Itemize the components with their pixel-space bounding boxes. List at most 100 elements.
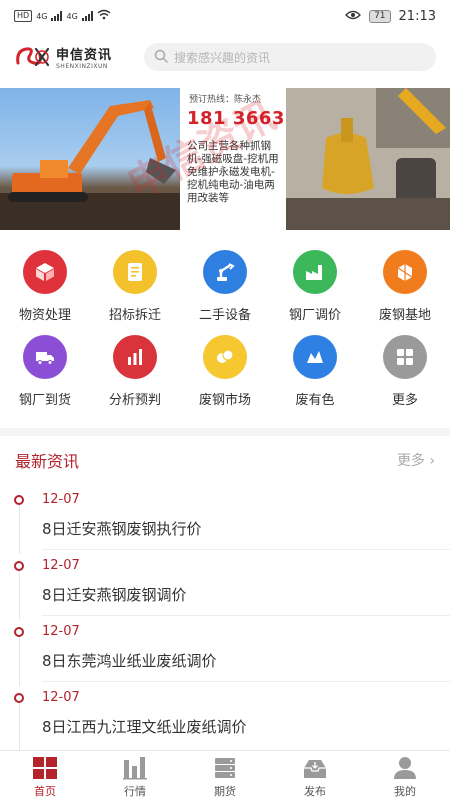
news-date: 12-07 (42, 690, 80, 705)
app-header: 申信资讯 SHENXINZIXUN 搜索感兴趣的资讯 (0, 32, 450, 82)
news-item[interactable]: 12-07 8日江西九江理文纸业废纸调价 (0, 686, 450, 752)
app-logo[interactable]: 申信资讯 SHENXINZIXUN (14, 43, 134, 71)
cube-icon (23, 250, 67, 294)
grid-item-label: 废钢基地 (378, 308, 431, 323)
signal-2-label: 4G (66, 11, 78, 21)
grid-item-analysis[interactable]: 分析预判 (90, 335, 180, 420)
tab-profile[interactable]: 我的 (360, 751, 450, 800)
news-more-link[interactable]: 更多 › (397, 450, 435, 470)
logo-mark-icon (14, 43, 52, 71)
news-section-title: 最新资讯 (15, 452, 80, 471)
database-icon (211, 755, 239, 781)
grid-item-tender-demolition[interactable]: 招标拆迁 (90, 250, 180, 335)
timeline-dot (14, 693, 24, 703)
grid-item-used-equipment[interactable]: 二手设备 (180, 250, 270, 335)
section-divider (0, 428, 450, 436)
banner-info: 预订热线：陈永杰 181 3663 6908 公司主营各种抓钢机-强磁吸盘-挖机… (183, 88, 343, 230)
timeline-dot (14, 627, 24, 637)
news-list: 12-07 8日迁安燕钢废钢执行价 12-07 8日迁安燕钢废钢调价 12-07… (0, 488, 450, 752)
timeline-line (19, 505, 20, 554)
eye-icon (345, 9, 361, 24)
tab-label: 行情 (124, 785, 146, 798)
grid-item-label: 钢厂到货 (18, 393, 71, 408)
grid-item-label: 二手设备 (198, 308, 251, 323)
signal-1-icon (51, 11, 63, 21)
tab-market[interactable]: 行情 (90, 751, 180, 800)
news-date: 12-07 (42, 492, 80, 507)
crate-icon (383, 250, 427, 294)
grid-item-more[interactable]: 更多 (360, 335, 450, 420)
logo-title: 申信资讯 (56, 48, 113, 63)
news-title: 8日迁安燕钢废钢执行价 (42, 520, 202, 538)
news-item[interactable]: 12-07 8日东莞鸿业纸业废纸调价 (0, 620, 450, 686)
battery-indicator: 71 (369, 9, 391, 23)
news-item[interactable]: 12-07 8日迁安燕钢废钢执行价 (0, 488, 450, 554)
news-separator (42, 681, 450, 682)
tab-home[interactable]: 首页 (0, 751, 90, 800)
grid-item-nonferrous[interactable]: 废有色 (270, 335, 360, 420)
document-icon (113, 250, 157, 294)
user-icon (391, 755, 419, 781)
news-title: 8日江西九江理文纸业废纸调价 (42, 718, 247, 736)
grid-item-steel-price-adjust[interactable]: 钢厂调价 (270, 250, 360, 335)
timeline-dot (14, 495, 24, 505)
timeline-line (19, 637, 20, 686)
bottom-tab-bar: 首页 行情 期货 发布 我的 (0, 750, 450, 800)
grid-item-steel-arrival[interactable]: 钢厂到货 (0, 335, 90, 420)
status-left: HD 4G 4G (14, 9, 111, 23)
tab-label: 期货 (214, 785, 236, 798)
promo-banner[interactable]: 预订热线：陈永杰 181 3663 6908 公司主营各种抓钢机-强磁吸盘-挖机… (0, 88, 450, 230)
signal-1-label: 4G (36, 11, 48, 21)
tab-publish[interactable]: 发布 (270, 751, 360, 800)
news-header: 最新资讯 更多 › (0, 440, 450, 480)
banner-hotline-label: 预订热线：陈永杰 (189, 95, 262, 105)
news-separator (42, 549, 450, 550)
timeline-dot (14, 561, 24, 571)
grid-item-label: 招标拆迁 (108, 308, 161, 323)
status-right: 71 21:13 (345, 9, 436, 24)
grid-item-scrap-market[interactable]: 废钢市场 (180, 335, 270, 420)
search-input[interactable]: 搜索感兴趣的资讯 (144, 43, 436, 71)
hd-indicator: HD (14, 10, 33, 22)
chart-icon (113, 335, 157, 379)
news-date: 12-07 (42, 558, 80, 573)
grid-item-label: 更多 (391, 393, 418, 408)
wifi-icon (97, 9, 111, 23)
status-bar: HD 4G 4G 71 21:13 (0, 0, 450, 32)
news-date: 12-07 (42, 624, 80, 639)
category-grid: 物资处理 招标拆迁 二手设备 钢厂调价 废钢基地 钢厂到货 分析预判 废钢市场 … (0, 250, 450, 420)
home-grid-icon (31, 755, 59, 781)
grid-item-label: 废有色 (295, 393, 335, 408)
banner-excavator-image (0, 88, 180, 230)
tab-futures[interactable]: 期货 (180, 751, 270, 800)
search-icon (154, 48, 168, 67)
tray-icon (301, 755, 329, 781)
grid-item-label: 废钢市场 (198, 393, 251, 408)
logo-text: 申信资讯 SHENXINZIXUN (56, 44, 112, 70)
truck-icon (23, 335, 67, 379)
news-separator (42, 615, 450, 616)
news-title: 8日东莞鸿业纸业废纸调价 (42, 652, 217, 670)
banner-description: 公司主营各种抓钢机-强磁吸盘-挖机用免维护永磁发电机-挖机纯电动-油电两用改装等 (187, 140, 279, 204)
logo-subtitle: SHENXINZIXUN (56, 63, 108, 70)
tab-label: 首页 (34, 785, 56, 798)
tab-label: 发布 (304, 785, 326, 798)
bar-chart-icon (121, 755, 149, 781)
banner-grab-image (286, 88, 450, 230)
grid-item-material-processing[interactable]: 物资处理 (0, 250, 90, 335)
grid-item-label: 物资处理 (18, 308, 71, 323)
news-item[interactable]: 12-07 8日迁安燕钢废钢调价 (0, 554, 450, 620)
robot-arm-icon (203, 250, 247, 294)
timeline-line (19, 571, 20, 620)
grid-icon (383, 335, 427, 379)
grid-item-label: 钢厂调价 (288, 308, 341, 323)
crystal-icon (293, 335, 337, 379)
grid-item-scrap-base[interactable]: 废钢基地 (360, 250, 450, 335)
news-title: 8日迁安燕钢废钢调价 (42, 586, 187, 604)
coins-icon (203, 335, 247, 379)
factory-icon (293, 250, 337, 294)
clock: 21:13 (398, 8, 436, 24)
signal-2-icon (81, 11, 93, 21)
search-placeholder: 搜索感兴趣的资讯 (174, 50, 271, 65)
tab-label: 我的 (394, 785, 416, 798)
